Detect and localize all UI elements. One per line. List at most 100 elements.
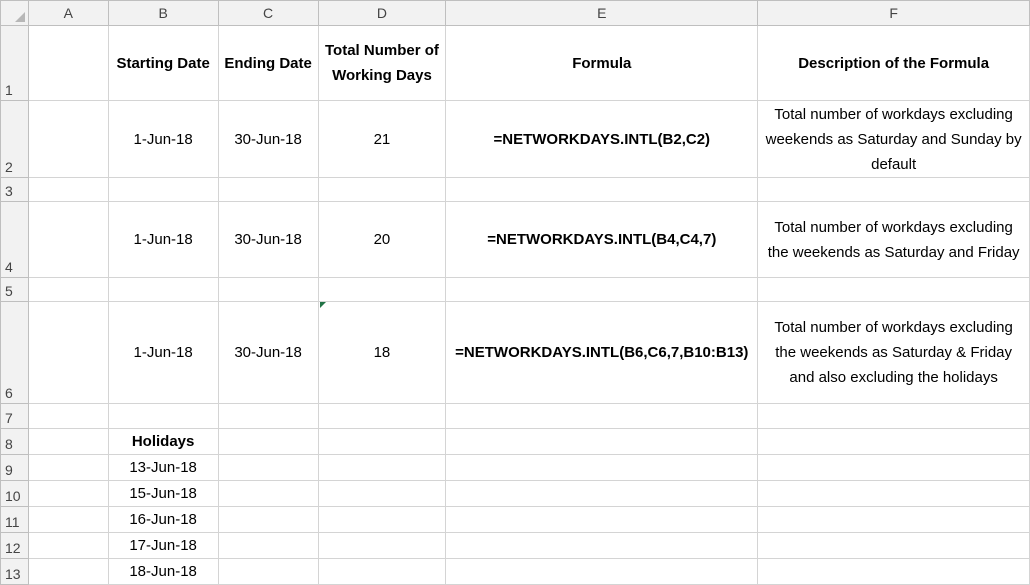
row-header-4[interactable]: 4 (0, 201, 29, 278)
cell-c7[interactable] (217, 403, 319, 429)
cell-b7[interactable] (107, 403, 219, 429)
cell-e2[interactable]: =NETWORKDAYS.INTL(B2,C2) (445, 100, 759, 178)
cell-b5[interactable] (107, 277, 219, 302)
cell-d4[interactable]: 20 (317, 201, 447, 278)
cell-e3[interactable] (445, 177, 759, 202)
column-header-f[interactable]: F (757, 0, 1030, 26)
cell-c3[interactable] (217, 177, 319, 202)
row-header-6[interactable]: 6 (0, 301, 29, 404)
cell-b6[interactable]: 1-Jun-18 (107, 301, 219, 404)
row-header-1[interactable]: 1 (0, 25, 29, 101)
cell-d3[interactable] (317, 177, 447, 202)
cell-a7[interactable] (27, 403, 109, 429)
cell-f2[interactable]: Total number of workdays excluding weeke… (757, 100, 1030, 178)
cell-d5[interactable] (317, 277, 447, 302)
cell-e7[interactable] (445, 403, 759, 429)
cell-d7[interactable] (317, 403, 447, 429)
cell-c2[interactable]: 30-Jun-18 (217, 100, 319, 178)
cell-c12[interactable] (217, 532, 319, 559)
cell-a2[interactable] (27, 100, 109, 178)
column-header-b[interactable]: B (107, 0, 219, 26)
worksheet-table: A B C D E F 1 Starting Date Ending Date … (0, 0, 1030, 585)
cell-c5[interactable] (217, 277, 319, 302)
cell-f3[interactable] (757, 177, 1030, 202)
cell-a12[interactable] (27, 532, 109, 559)
cell-c10[interactable] (217, 480, 319, 507)
cell-c9[interactable] (217, 454, 319, 481)
row-header-10[interactable]: 10 (0, 480, 29, 507)
cell-e5[interactable] (445, 277, 759, 302)
cell-f9[interactable] (757, 454, 1030, 481)
cell-c11[interactable] (217, 506, 319, 533)
row-header-12[interactable]: 12 (0, 532, 29, 559)
cell-d10[interactable] (317, 480, 447, 507)
cell-b12[interactable]: 17-Jun-18 (107, 532, 219, 559)
cell-b4[interactable]: 1-Jun-18 (107, 201, 219, 278)
column-header-e[interactable]: E (445, 0, 759, 26)
row-header-7[interactable]: 7 (0, 403, 29, 429)
select-all-corner[interactable] (0, 0, 29, 26)
cell-e11[interactable] (445, 506, 759, 533)
cell-d12[interactable] (317, 532, 447, 559)
cell-b2[interactable]: 1-Jun-18 (107, 100, 219, 178)
cell-d6[interactable]: 18 (317, 301, 447, 404)
cell-e9[interactable] (445, 454, 759, 481)
cell-d11[interactable] (317, 506, 447, 533)
cell-d9[interactable] (317, 454, 447, 481)
cell-d2[interactable]: 21 (317, 100, 447, 178)
cell-e10[interactable] (445, 480, 759, 507)
cell-a13[interactable] (27, 558, 109, 585)
cell-e1[interactable]: Formula (445, 25, 759, 101)
cell-a9[interactable] (27, 454, 109, 481)
cell-d1[interactable]: Total Number of Working Days (317, 25, 447, 101)
cell-e6[interactable]: =NETWORKDAYS.INTL(B6,C6,7,B10:B13) (445, 301, 759, 404)
cell-b13[interactable]: 18-Jun-18 (107, 558, 219, 585)
cell-a3[interactable] (27, 177, 109, 202)
cell-c4[interactable]: 30-Jun-18 (217, 201, 319, 278)
cell-a1[interactable] (27, 25, 109, 101)
row-header-13[interactable]: 13 (0, 558, 29, 585)
cell-d13[interactable] (317, 558, 447, 585)
cell-f7[interactable] (757, 403, 1030, 429)
cell-f5[interactable] (757, 277, 1030, 302)
cell-b10[interactable]: 15-Jun-18 (107, 480, 219, 507)
cell-a4[interactable] (27, 201, 109, 278)
cell-c8[interactable] (217, 428, 319, 455)
cell-e13[interactable] (445, 558, 759, 585)
cell-a10[interactable] (27, 480, 109, 507)
column-header-d[interactable]: D (317, 0, 447, 26)
row-header-5[interactable]: 5 (0, 277, 29, 302)
cell-f12[interactable] (757, 532, 1030, 559)
cell-f13[interactable] (757, 558, 1030, 585)
cell-e12[interactable] (445, 532, 759, 559)
cell-c6[interactable]: 30-Jun-18 (217, 301, 319, 404)
cell-d8[interactable] (317, 428, 447, 455)
cell-b8[interactable]: Holidays (107, 428, 219, 455)
cell-a8[interactable] (27, 428, 109, 455)
cell-a11[interactable] (27, 506, 109, 533)
cell-f8[interactable] (757, 428, 1030, 455)
row-header-11[interactable]: 11 (0, 506, 29, 533)
cell-f4[interactable]: Total number of workdays excluding the w… (757, 201, 1030, 278)
cell-f11[interactable] (757, 506, 1030, 533)
cell-e4[interactable]: =NETWORKDAYS.INTL(B4,C4,7) (445, 201, 759, 278)
cell-b3[interactable] (107, 177, 219, 202)
cell-b11[interactable]: 16-Jun-18 (107, 506, 219, 533)
cell-b9[interactable]: 13-Jun-18 (107, 454, 219, 481)
cell-b1[interactable]: Starting Date (107, 25, 219, 101)
select-all-triangle-icon (14, 12, 25, 22)
cell-c1[interactable]: Ending Date (217, 25, 319, 101)
column-header-a[interactable]: A (27, 0, 109, 26)
cell-c13[interactable] (217, 558, 319, 585)
cell-f6[interactable]: Total number of workdays excluding the w… (757, 301, 1030, 404)
row-header-9[interactable]: 9 (0, 454, 29, 481)
row-header-3[interactable]: 3 (0, 177, 29, 202)
cell-e8[interactable] (445, 428, 759, 455)
cell-f1[interactable]: Description of the Formula (757, 25, 1030, 101)
column-header-c[interactable]: C (217, 0, 319, 26)
cell-a5[interactable] (27, 277, 109, 302)
row-header-8[interactable]: 8 (0, 428, 29, 455)
cell-a6[interactable] (27, 301, 109, 404)
row-header-2[interactable]: 2 (0, 100, 29, 178)
cell-f10[interactable] (757, 480, 1030, 507)
